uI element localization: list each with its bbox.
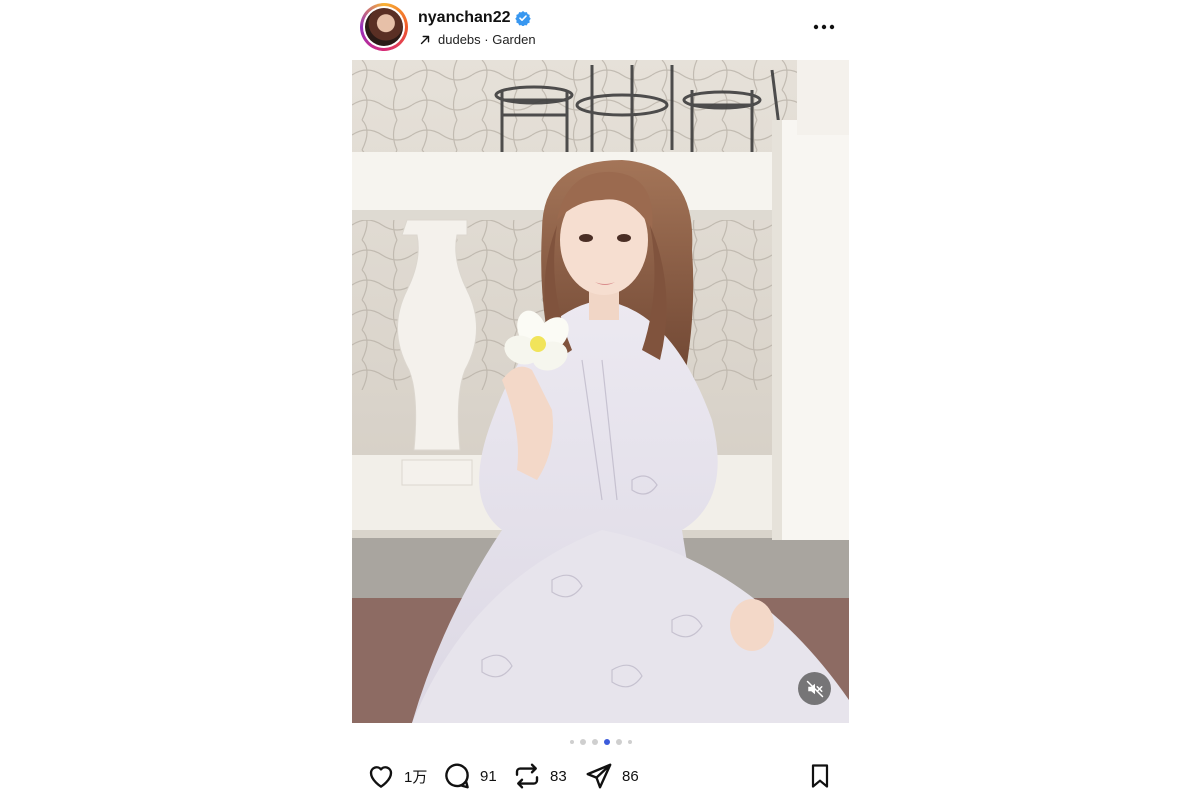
post-photo[interactable] <box>352 60 849 723</box>
username[interactable]: nyanchan22 <box>418 9 510 27</box>
carousel-dot[interactable] <box>615 739 622 745</box>
photo-illustration <box>352 60 849 723</box>
carousel-dot[interactable] <box>579 739 586 745</box>
speaker-muted-icon <box>806 680 823 697</box>
save-button[interactable] <box>806 759 834 793</box>
post-card: nyanchan22 dudebs · Garden 1万 91 83 86 <box>352 0 849 800</box>
mute-button[interactable] <box>798 672 831 705</box>
comment-count: 91 <box>480 767 497 785</box>
post-context-text: dudebs · Garden <box>438 32 536 47</box>
post-context[interactable]: dudebs · Garden <box>418 32 536 47</box>
verified-badge-icon <box>515 11 532 26</box>
avatar-image <box>365 8 403 46</box>
share-button[interactable]: 86 <box>584 759 639 793</box>
send-icon <box>584 761 614 791</box>
comment-bubble-icon <box>442 761 472 791</box>
bookmark-icon <box>806 761 834 791</box>
heart-icon <box>366 761 396 791</box>
carousel-dot[interactable] <box>591 739 598 745</box>
more-options-button[interactable] <box>812 15 836 39</box>
post-header: nyanchan22 dudebs · Garden <box>360 3 844 53</box>
carousel-dot[interactable] <box>627 740 632 744</box>
action-bar: 1万 91 83 86 <box>366 759 838 793</box>
repost-button[interactable]: 83 <box>512 759 567 793</box>
more-horizontal-icon <box>813 24 835 30</box>
carousel-dot[interactable] <box>569 740 574 744</box>
arrow-up-right-icon <box>420 35 430 44</box>
carousel-dot-active[interactable] <box>603 739 610 745</box>
repost-count: 83 <box>550 767 567 785</box>
comment-button[interactable]: 91 <box>442 759 497 793</box>
carousel-pagination <box>352 738 849 746</box>
repost-icon <box>512 761 542 791</box>
like-count: 1万 <box>404 768 428 786</box>
like-button[interactable]: 1万 <box>366 759 427 793</box>
avatar[interactable] <box>360 3 408 51</box>
share-count: 86 <box>622 767 639 785</box>
